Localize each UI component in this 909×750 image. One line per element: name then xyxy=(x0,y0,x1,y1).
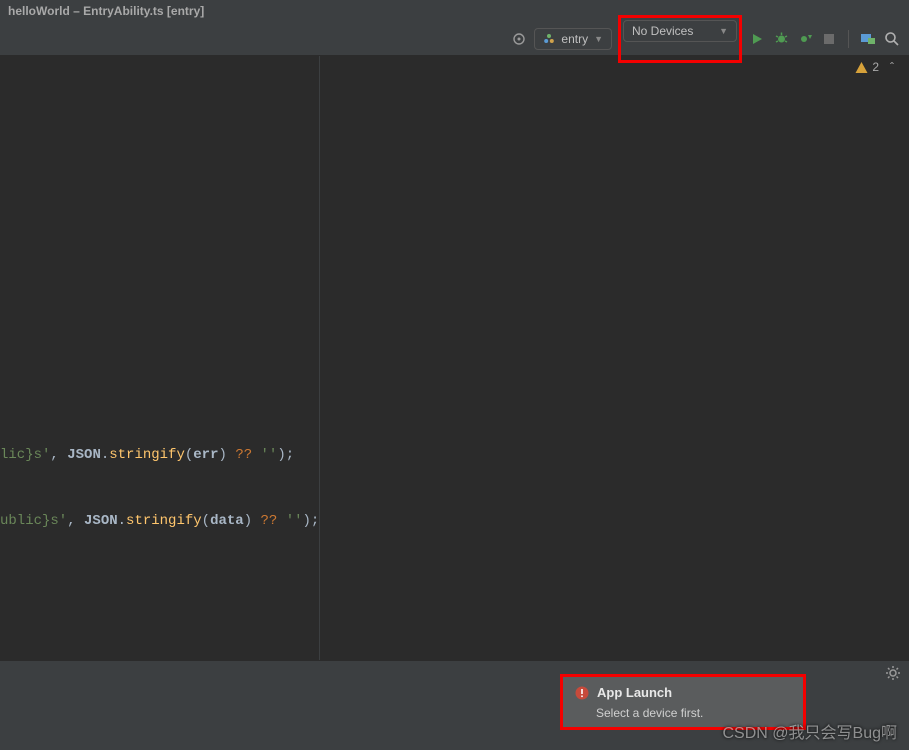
window-title: helloWorld – EntryAbility.ts [entry] xyxy=(0,0,909,22)
chevron-down-icon: ▼ xyxy=(594,34,603,44)
toolbar-separator xyxy=(848,30,849,48)
code-editor[interactable]: lic}s', JSON.stringify(err) ?? ''); ubli… xyxy=(0,56,320,660)
notification-body: Select a device first. xyxy=(596,706,791,720)
notification-title: App Launch xyxy=(597,685,672,700)
notification-title-row: App Launch xyxy=(575,685,791,700)
code-line: ublic}s', JSON.stringify(data) ?? ''); xyxy=(0,510,319,532)
warning-count: 2 xyxy=(872,60,879,74)
main-toolbar: entry ▼ No Devices ▼ xyxy=(0,22,909,56)
debug-button[interactable] xyxy=(772,30,790,48)
search-icon[interactable] xyxy=(883,30,901,48)
attach-debug-button[interactable] xyxy=(796,30,814,48)
run-button[interactable] xyxy=(748,30,766,48)
device-label: No Devices xyxy=(632,24,693,38)
watermark: CSDN @我只会写Bug啊 xyxy=(723,719,898,743)
module-selector[interactable]: entry ▼ xyxy=(534,28,612,50)
module-icon xyxy=(543,33,555,45)
module-label: entry xyxy=(561,32,588,46)
inspection-bar[interactable]: 2 ˆ xyxy=(847,56,909,78)
gear-icon[interactable] xyxy=(885,665,901,681)
project-structure-icon[interactable] xyxy=(859,30,877,48)
target-icon[interactable] xyxy=(510,30,528,48)
title-text: helloWorld – EntryAbility.ts [entry] xyxy=(8,4,204,18)
error-icon xyxy=(575,686,589,700)
device-selector[interactable]: No Devices ▼ xyxy=(623,20,737,42)
code-line: lic}s', JSON.stringify(err) ?? ''); xyxy=(0,444,294,466)
editor-area: lic}s', JSON.stringify(err) ?? ''); ubli… xyxy=(0,56,909,660)
editor-right-pane: 2 ˆ xyxy=(320,56,909,660)
chevron-down-icon: ▼ xyxy=(719,26,728,36)
chevron-up-icon[interactable]: ˆ xyxy=(883,60,901,74)
warning-icon xyxy=(855,61,868,74)
stop-button xyxy=(820,30,838,48)
